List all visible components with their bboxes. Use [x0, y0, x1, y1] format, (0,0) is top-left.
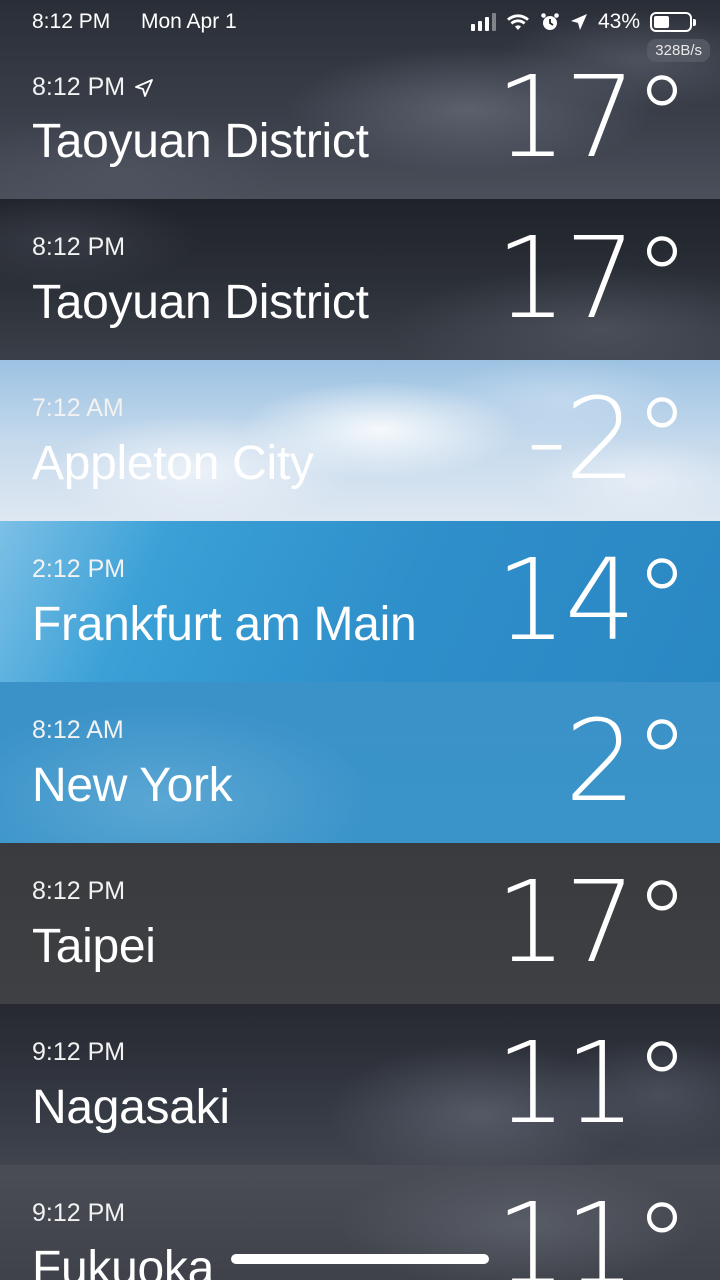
- city-local-time: 8:12 AM: [32, 716, 124, 744]
- city-row-taipei[interactable]: 8:12 PM Taipei 17°: [0, 843, 720, 1004]
- city-temperature: 11°: [495, 1019, 690, 1149]
- city-row-nagasaki[interactable]: 9:12 PM Nagasaki 11°: [0, 1004, 720, 1165]
- city-temperature: 11°: [495, 1180, 690, 1280]
- status-indicators: 43%: [470, 8, 696, 36]
- battery-icon: [650, 12, 696, 32]
- city-temperature: 17°: [495, 214, 690, 344]
- alarm-icon: [541, 13, 559, 30]
- home-indicator[interactable]: [231, 1254, 489, 1264]
- city-local-time: 7:12 AM: [32, 394, 124, 422]
- city-temperature: 17°: [495, 53, 690, 183]
- city-row-frankfurt-am-main[interactable]: 2:12 PM Frankfurt am Main 14°: [0, 521, 720, 682]
- city-local-time: 8:12 PM: [32, 233, 126, 261]
- city-list[interactable]: 8:12 PM Taoyuan District 17° 8:12 PM Tao…: [0, 0, 720, 1280]
- battery-percent: 43%: [597, 10, 640, 33]
- city-name: Fukuoka: [32, 1242, 215, 1280]
- city-temperature: 2°: [564, 697, 690, 827]
- city-local-time: 8:12 PM: [32, 73, 154, 102]
- status-date: Mon Apr 1: [141, 10, 237, 33]
- city-name: Taoyuan District: [32, 276, 369, 329]
- city-temperature: 17°: [495, 858, 690, 988]
- wifi-icon: [506, 14, 529, 30]
- city-name: Frankfurt am Main: [32, 598, 417, 651]
- signal-icon: [470, 13, 496, 31]
- weather-screen: 8:12 PM Mon Apr 1 43% 328B/s 8:12 PM Tao…: [0, 0, 720, 1280]
- city-name: Appleton City: [32, 437, 314, 490]
- city-row-taoyuan-district[interactable]: 8:12 PM Taoyuan District 17°: [0, 199, 720, 360]
- city-row-appleton-city[interactable]: 7:12 AM Appleton City -2°: [0, 360, 720, 521]
- city-local-time: 9:12 PM: [32, 1038, 126, 1066]
- status-bar: 8:12 PM Mon Apr 1 43%: [0, 0, 720, 40]
- battery-fill: [654, 16, 669, 28]
- city-row-new-york[interactable]: 8:12 AM New York 2°: [0, 682, 720, 843]
- net-speed-badge: 328B/s: [647, 39, 710, 62]
- location-arrow-icon: [135, 78, 154, 97]
- city-time-text: 8:12 PM: [32, 73, 126, 101]
- city-local-time: 8:12 PM: [32, 877, 126, 905]
- city-name: Taoyuan District: [32, 115, 369, 168]
- city-temperature: -2°: [526, 375, 690, 505]
- city-local-time: 2:12 PM: [32, 555, 126, 583]
- city-temperature: 14°: [495, 536, 690, 666]
- status-time: 8:12 PM: [32, 10, 111, 33]
- city-name: Nagasaki: [32, 1081, 230, 1134]
- city-name: New York: [32, 759, 233, 812]
- city-name: Taipei: [32, 920, 156, 973]
- location-icon: [570, 14, 587, 30]
- city-local-time: 9:12 PM: [32, 1199, 126, 1227]
